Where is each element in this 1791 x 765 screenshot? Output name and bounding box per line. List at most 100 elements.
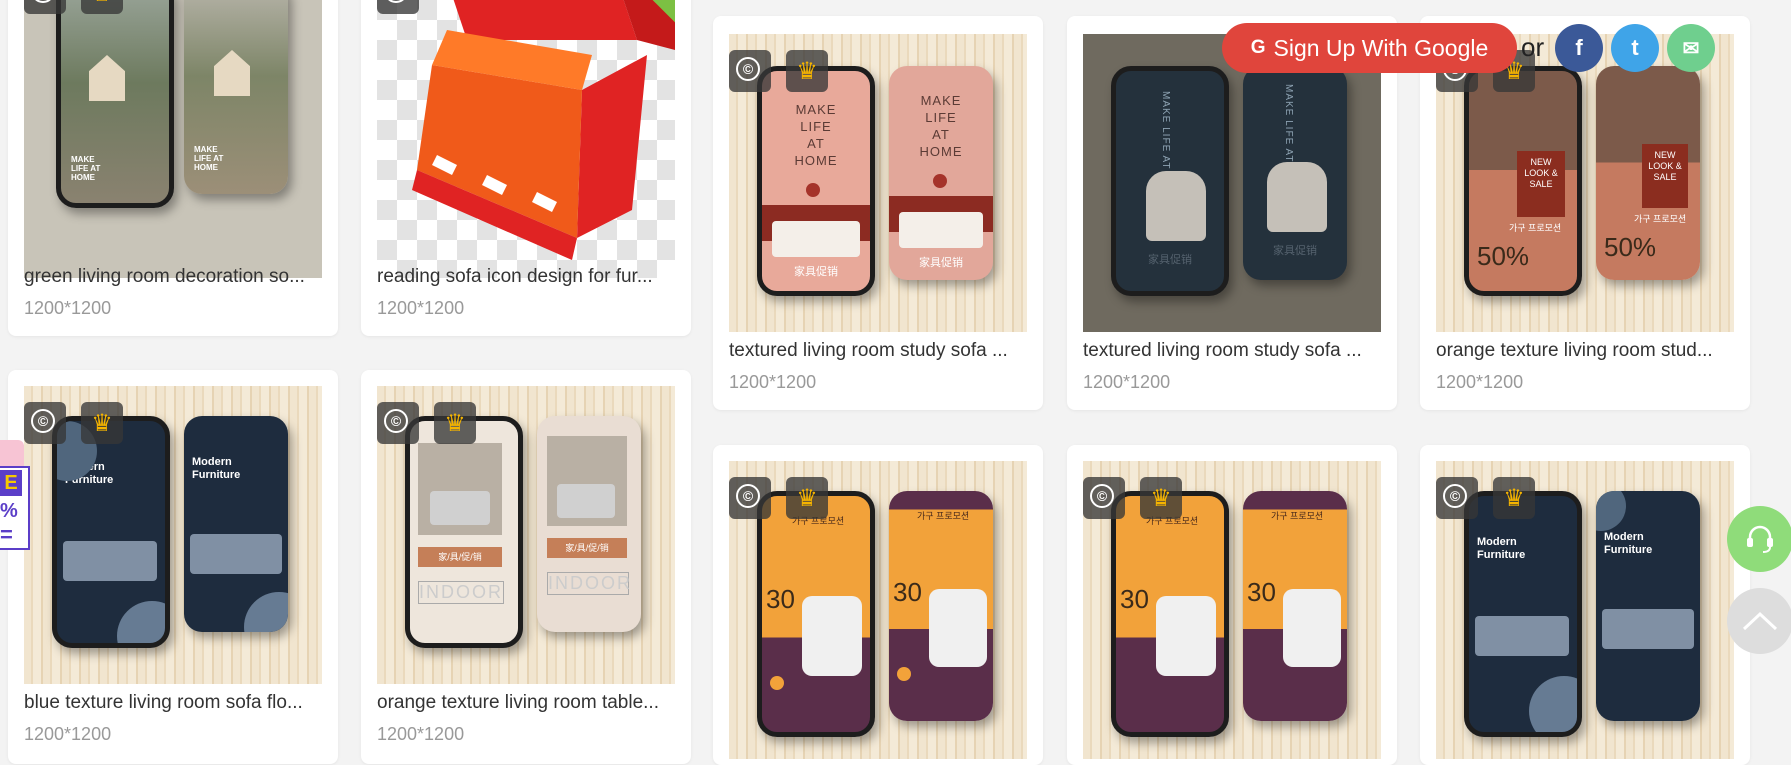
promo-pct: % <box>0 500 18 522</box>
phone-text: Modern Furniture <box>192 456 241 481</box>
card-size: 1200*1200 <box>377 298 465 318</box>
image-card[interactable]: © reading sofa icon design for fur... 12… <box>361 0 691 336</box>
copyright-badge: © <box>1436 477 1478 519</box>
crown-icon: ♛ <box>91 0 113 8</box>
or-text: or <box>1521 32 1545 62</box>
back-to-top-button[interactable] <box>1727 588 1791 654</box>
headset-icon <box>1747 525 1773 553</box>
twitter-button[interactable]: t <box>1611 24 1659 72</box>
phone-text: NEW LOOK & SALE <box>1524 157 1558 189</box>
card-size: 1200*1200 <box>377 724 465 744</box>
phone-mockup: Modern Furniture <box>1596 491 1700 721</box>
card-thumbnail[interactable]: MAKE LIFE AT HOME 家具促销 MAKE LIFE AT HOME <box>24 0 322 278</box>
premium-badge: ♛ <box>1493 477 1535 519</box>
phone-text: Modern Furniture <box>1604 531 1653 556</box>
copyright-icon: © <box>31 409 55 433</box>
phone-mockup: MAKE LIFE AT HOME 家具促销 <box>757 66 875 296</box>
crown-icon: ♛ <box>796 484 818 512</box>
image-card[interactable]: MAKE LIFE AT HOME 家具促销 MAKE LIFE AT HOME… <box>8 0 338 336</box>
copyright-badge: © <box>24 0 66 14</box>
card-title[interactable]: textured living room study sofa ... <box>729 340 1027 362</box>
phone-text: 가구 프로모션 <box>1634 214 1687 224</box>
google-signup-button[interactable]: G Sign Up With Google <box>1222 23 1517 73</box>
phone-text: 家具促销 <box>794 266 838 278</box>
premium-badge: ♛ <box>786 477 828 519</box>
card-size: 1200*1200 <box>1436 372 1524 392</box>
phone-mockup: Modern Furniture <box>52 416 170 648</box>
phone-mockup: Modern Furniture <box>184 416 288 632</box>
copyright-badge: © <box>729 50 771 92</box>
phone-text: NEW LOOK & SALE <box>1648 150 1682 182</box>
phone-text: 가구 프로모션 <box>917 511 970 521</box>
phone-mockup: MAKE LIFE AT HOME 家具促销 <box>1243 66 1347 280</box>
phone-text: INDOOR <box>418 581 504 604</box>
phone-mockup: 家/具/促/销 INDOOR <box>537 416 641 632</box>
copyright-icon: © <box>384 409 408 433</box>
phone-mockup: 가구 프로모션 30 <box>889 491 993 721</box>
phone-text: Modern Furniture <box>1477 536 1526 561</box>
customer-service-button[interactable] <box>1727 506 1791 572</box>
image-card[interactable]: MAKE LIFE AT HOME 家具促销 MAKE LIFE AT HOME… <box>1067 16 1397 410</box>
facebook-button[interactable]: f <box>1555 24 1603 72</box>
image-card[interactable]: MAKE LIFE AT HOME 家具促销 MAKE LIFE AT HOME… <box>713 16 1043 410</box>
image-card[interactable]: Modern Furniture Modern Furniture © ♛ bl… <box>8 370 338 764</box>
copyright-badge: © <box>729 477 771 519</box>
premium-badge: ♛ <box>1140 477 1182 519</box>
facebook-icon: f <box>1575 35 1583 60</box>
phone-text: 가구 프로모션 <box>1271 511 1324 521</box>
copyright-icon: © <box>31 0 55 3</box>
phone-text: 50% <box>1477 241 1530 271</box>
card-thumbnail[interactable]: MAKE LIFE AT HOME 家具促销 MAKE LIFE AT HOME… <box>1083 34 1381 332</box>
copyright-badge: © <box>377 0 419 14</box>
card-title[interactable]: blue texture living room sofa flo... <box>24 692 322 714</box>
card-title[interactable]: orange texture living room table... <box>377 692 675 714</box>
phone-text: MAKE LIFE AT HOME <box>71 155 101 182</box>
phone-text: MAKE LIFE AT HOME <box>919 93 963 159</box>
mail-icon: ✉ <box>1682 37 1700 60</box>
card-thumbnail[interactable]: Modern Furniture Modern Furniture <box>24 386 322 684</box>
image-card[interactable]: NEW LOOK & SALE 가구 프로모션 50% NEW LOOK & S… <box>1420 16 1750 410</box>
promo-sticker[interactable]: E % = <box>0 440 32 552</box>
phone-text: 30 <box>1120 584 1149 614</box>
promo-eq: = <box>0 522 13 547</box>
crown-icon: ♛ <box>91 409 113 437</box>
copyright-badge: © <box>24 402 66 444</box>
premium-badge: ♛ <box>434 402 476 444</box>
phone-mockup: NEW LOOK & SALE 가구 프로모션 50% <box>1464 66 1582 296</box>
phone-text: 家具促销 <box>184 0 288 1</box>
copyright-badge: © <box>377 402 419 444</box>
twitter-icon: t <box>1631 35 1639 60</box>
card-thumbnail[interactable]: 가구 프로모션 30 가구 프로모션 30 <box>1083 461 1381 759</box>
phone-text: MAKE LIFE AT HOME <box>794 102 838 168</box>
google-signup-label: Sign Up With Google <box>1273 34 1489 61</box>
phone-text: 家具促销 <box>919 257 963 269</box>
email-button[interactable]: ✉ <box>1667 24 1715 72</box>
google-icon: G <box>1250 37 1266 58</box>
chevron-up-icon <box>1742 611 1778 631</box>
phone-text: INDOOR <box>547 572 632 595</box>
copyright-icon: © <box>736 57 760 81</box>
card-title[interactable]: orange texture living room stud... <box>1436 340 1734 362</box>
premium-badge: ♛ <box>81 402 123 444</box>
card-thumbnail[interactable]: Modern Furniture Modern Furniture <box>1436 461 1734 759</box>
phone-mockup: Modern Furniture <box>1464 491 1582 737</box>
phone-text: 30 <box>766 584 795 614</box>
phone-mockup: 가구 프로모션 30 <box>757 491 875 737</box>
copyright-badge: © <box>1083 477 1125 519</box>
phone-mockup: 가구 프로모션 30 <box>1243 491 1347 721</box>
card-thumbnail[interactable]: MAKE LIFE AT HOME 家具促销 MAKE LIFE AT HOME… <box>729 34 1027 332</box>
phone-text: 家具促销 <box>1273 245 1317 257</box>
card-thumbnail[interactable] <box>377 0 675 278</box>
image-card[interactable]: 가구 프로모션 30 가구 프로모션 30 © ♛ <box>1067 445 1397 765</box>
card-thumbnail[interactable]: 家/具/促/销 INDOOR 家/具/促/销 INDOOR <box>377 386 675 684</box>
card-thumbnail[interactable]: 가구 프로모션 30 가구 프로모션 30 <box>729 461 1027 759</box>
image-card[interactable]: Modern Furniture Modern Furniture © ♛ <box>1420 445 1750 765</box>
image-card[interactable]: 家/具/促/销 INDOOR 家/具/促/销 INDOOR © ♛ orange… <box>361 370 691 764</box>
card-thumbnail[interactable]: NEW LOOK & SALE 가구 프로모션 50% NEW LOOK & S… <box>1436 34 1734 332</box>
card-size: 1200*1200 <box>24 724 112 744</box>
phone-text: 30 <box>893 577 922 607</box>
image-card[interactable]: 가구 프로모션 30 가구 프로모션 30 © ♛ <box>713 445 1043 765</box>
card-title[interactable]: reading sofa icon design for fur... <box>377 266 675 288</box>
card-title[interactable]: textured living room study sofa ... <box>1083 340 1381 362</box>
card-title[interactable]: green living room decoration so... <box>24 266 322 288</box>
